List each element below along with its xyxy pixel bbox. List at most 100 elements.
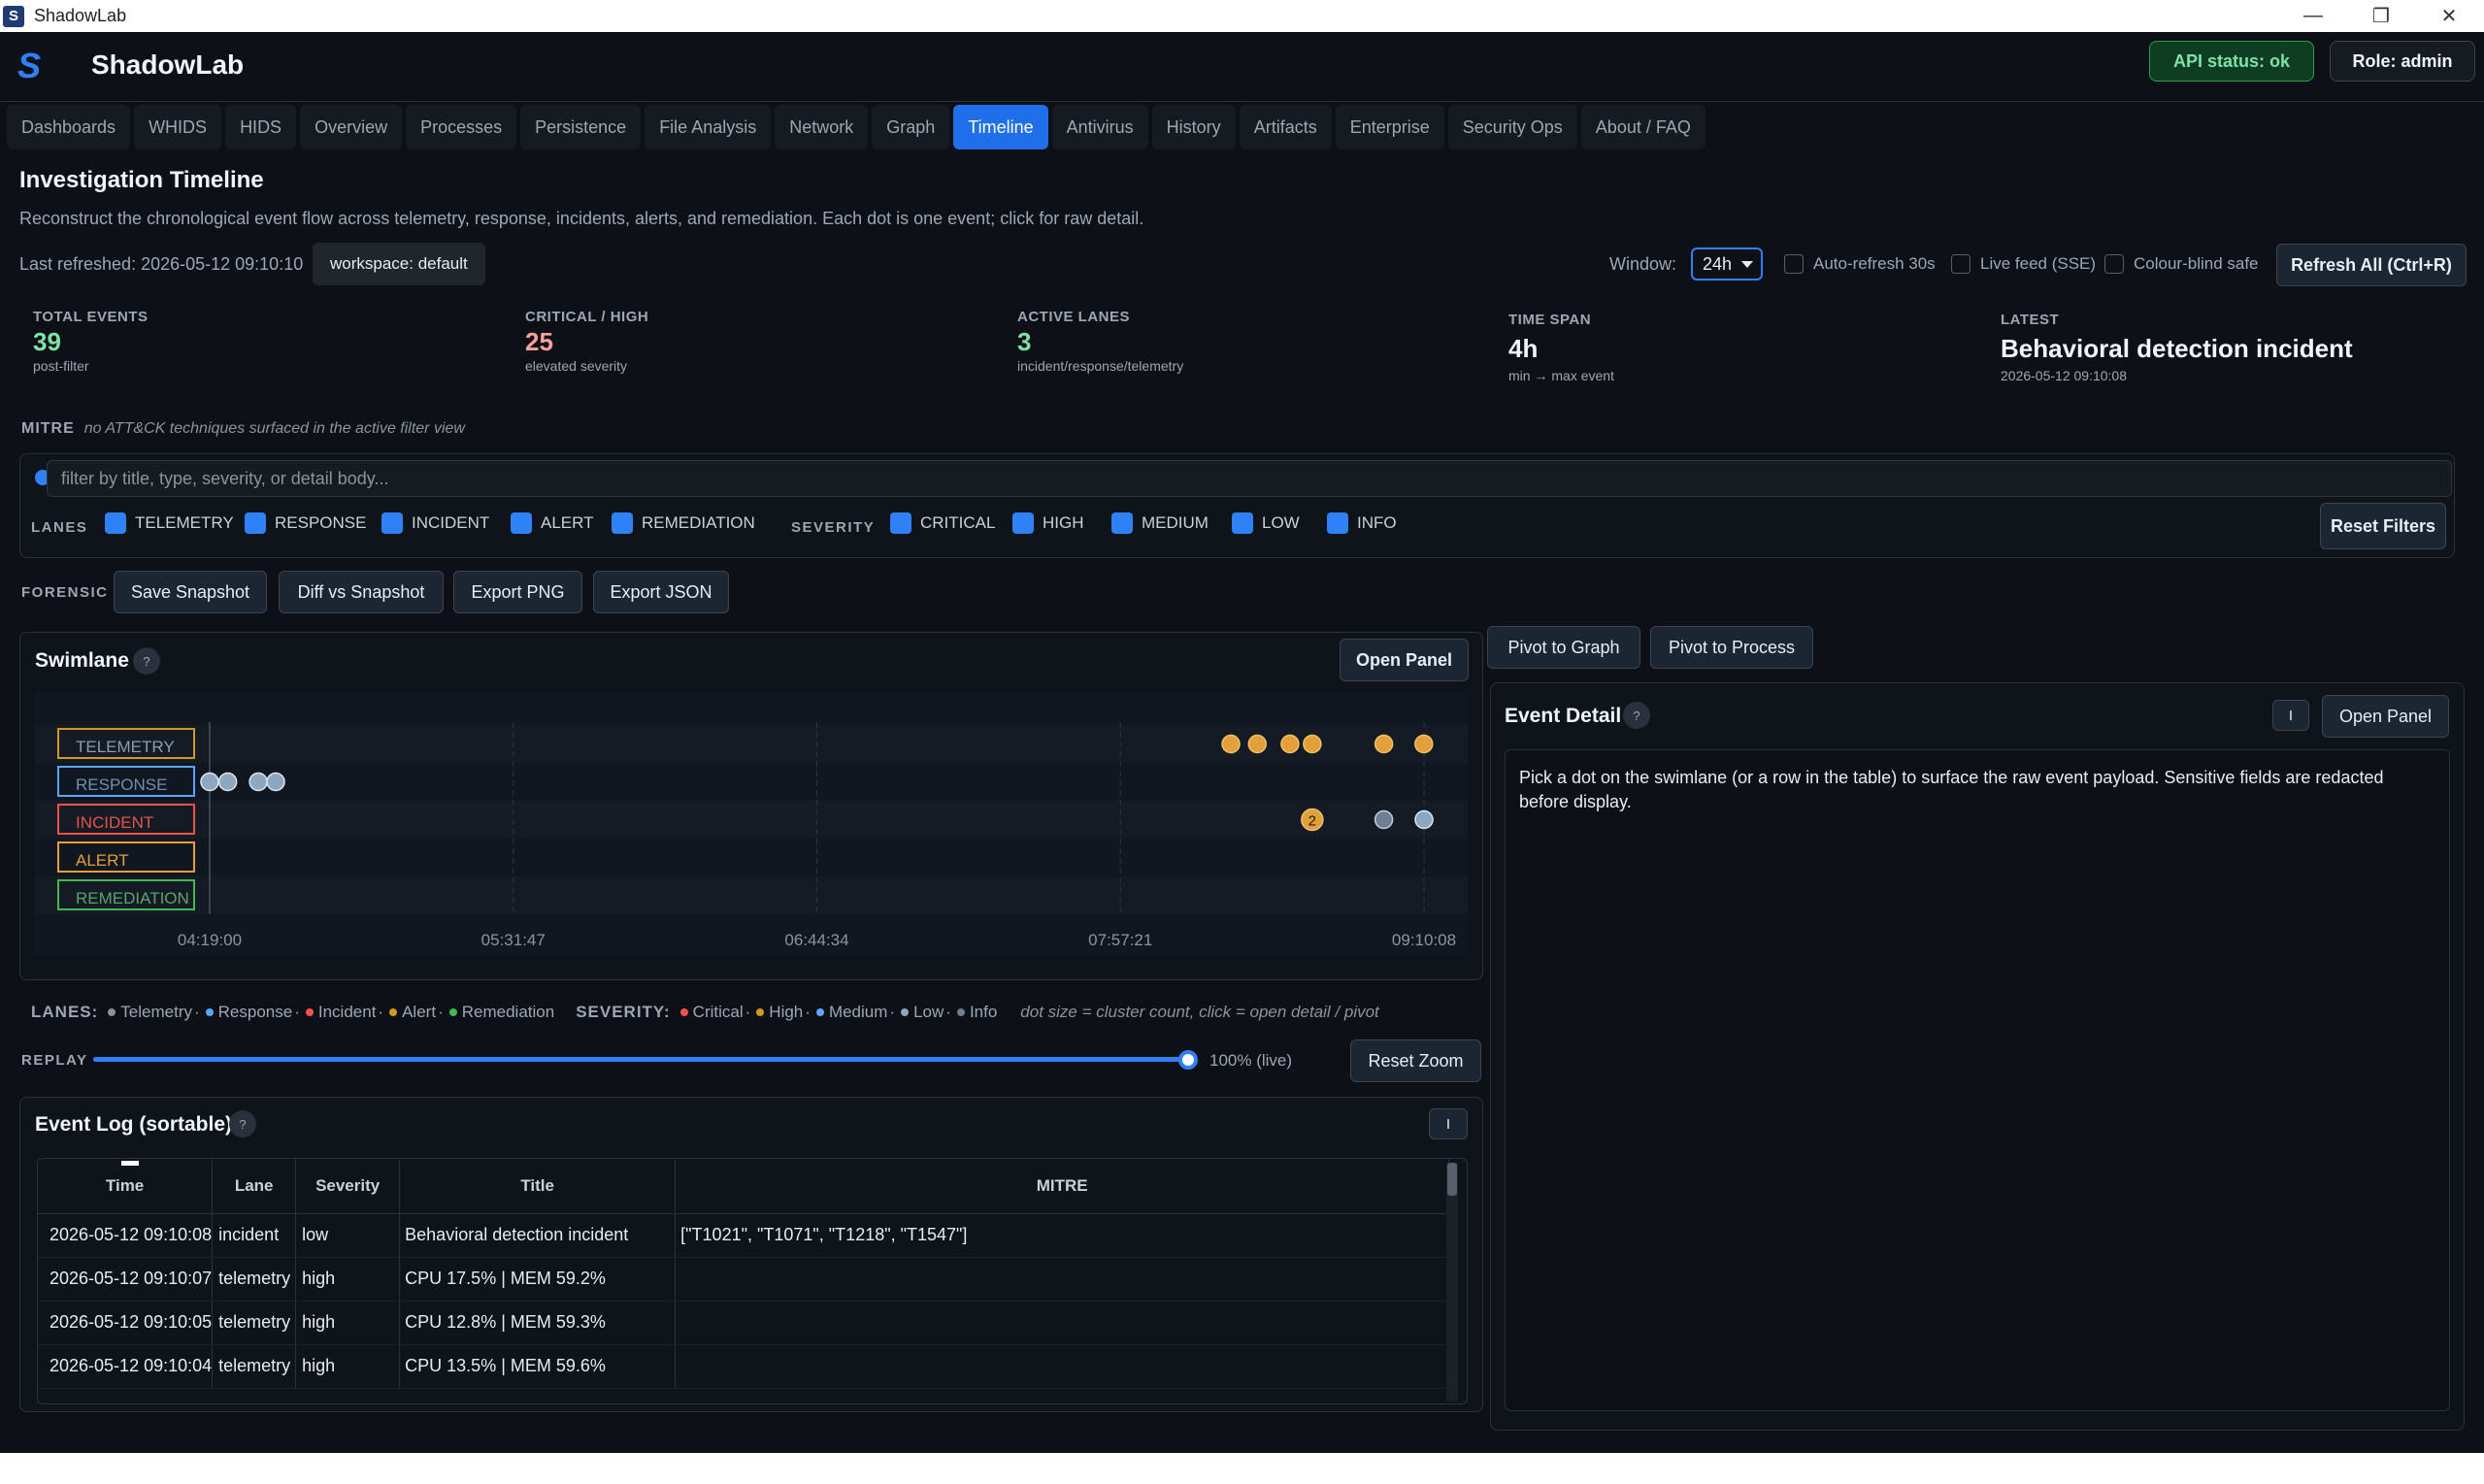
checkbox[interactable]	[1784, 254, 1804, 274]
checkbox-checked[interactable]	[511, 512, 532, 534]
column-header-lane[interactable]: Lane	[212, 1159, 297, 1214]
replay-slider-track[interactable]	[93, 1057, 1188, 1062]
checkbox[interactable]	[1951, 254, 1971, 274]
lane-filter-telemetry[interactable]: TELEMETRY	[105, 512, 234, 534]
tab-processes[interactable]: Processes	[406, 105, 517, 149]
table-scrollbar[interactable]	[1446, 1163, 1458, 1402]
legend-dot	[389, 1008, 398, 1016]
tab-hids[interactable]: HIDS	[225, 105, 297, 149]
event-dot-telemetry[interactable]	[1221, 734, 1241, 754]
tab-file-analysis[interactable]: File Analysis	[645, 105, 772, 149]
column-header-time[interactable]: Time	[38, 1159, 214, 1214]
tab-overview[interactable]: Overview	[300, 105, 403, 149]
severity-filter-low[interactable]: LOW	[1232, 512, 1300, 534]
event-dot-incident[interactable]	[1374, 809, 1394, 830]
checkbox-checked[interactable]	[1327, 512, 1348, 534]
help-icon[interactable]: ?	[229, 1110, 256, 1138]
workspace-badge[interactable]: workspace: default	[313, 243, 485, 285]
event-dot-incident[interactable]	[1414, 809, 1434, 830]
table-row[interactable]: 2026-05-12 09:10:04 telemetry high CPU 13.5…	[38, 1344, 1450, 1389]
export-json-button[interactable]: Export JSON	[593, 571, 729, 613]
window-select[interactable]: 24h	[1691, 247, 1763, 280]
reset-zoom-button[interactable]: Reset Zoom	[1350, 1039, 1481, 1082]
tab-network[interactable]: Network	[775, 105, 869, 149]
search-input[interactable]: filter by title, type, severity, or deta…	[47, 460, 2452, 497]
event-dot-telemetry[interactable]	[1247, 734, 1268, 754]
auto-refresh-toggle[interactable]: Auto-refresh 30s	[1784, 254, 1936, 274]
tab-dashboards[interactable]: Dashboards	[7, 105, 131, 149]
checkbox-checked[interactable]	[1232, 512, 1253, 534]
role-badge[interactable]: Role: admin	[2330, 41, 2475, 82]
column-header-severity[interactable]: Severity	[295, 1159, 401, 1214]
checkbox-checked[interactable]	[1012, 512, 1034, 534]
help-icon[interactable]: ?	[1623, 702, 1650, 729]
scrollbar-thumb[interactable]	[1447, 1163, 1457, 1196]
swimlane-open-panel-button[interactable]: Open Panel	[1340, 639, 1469, 681]
tab-graph[interactable]: Graph	[872, 105, 950, 149]
swimlane-chart[interactable]: TELEMETRY RESPONSE INCIDENT ALERT REMEDIATIO…	[35, 693, 1468, 955]
checkbox-checked[interactable]	[245, 512, 266, 534]
diff-snapshot-button[interactable]: Diff vs Snapshot	[279, 571, 444, 613]
cell-severity: high	[295, 1301, 401, 1345]
event-dot-telemetry[interactable]	[1303, 734, 1322, 754]
save-snapshot-button[interactable]: Save Snapshot	[114, 571, 267, 613]
sort-indicator-icon[interactable]	[121, 1161, 139, 1166]
legend-separator: ·	[889, 1003, 896, 1021]
tab-enterprise[interactable]: Enterprise	[1335, 105, 1444, 149]
lane-filter-label: INCIDENT	[412, 513, 490, 532]
tab-history[interactable]: History	[1151, 105, 1236, 149]
column-header-title[interactable]: Title	[399, 1159, 677, 1214]
severity-filter-info[interactable]: INFO	[1327, 512, 1397, 534]
event-detail-collapse-button[interactable]: I	[2272, 700, 2309, 731]
checkbox[interactable]	[2104, 254, 2124, 274]
tab-about-faq[interactable]: About / FAQ	[1580, 105, 1706, 149]
minimize-button[interactable]: —	[2279, 0, 2347, 32]
event-dot-response[interactable]	[266, 772, 285, 792]
tab-antivirus[interactable]: Antivirus	[1051, 105, 1148, 149]
event-dot-response[interactable]	[217, 772, 238, 792]
table-row[interactable]: 2026-05-12 09:10:08 incident low Behavioral…	[38, 1213, 1450, 1258]
maximize-button[interactable]: ❐	[2347, 0, 2415, 32]
legend-dot	[956, 1008, 965, 1016]
tab-timeline[interactable]: Timeline	[953, 105, 1048, 149]
lane-filter-alert[interactable]: ALERT	[511, 512, 594, 534]
colour-blind-toggle[interactable]: Colour-blind safe	[2104, 254, 2259, 274]
severity-filter-medium[interactable]: MEDIUM	[1111, 512, 1209, 534]
reset-filters-button[interactable]: Reset Filters	[2320, 503, 2446, 549]
event-dot-response[interactable]	[248, 772, 268, 792]
refresh-all-button[interactable]: Refresh All (Ctrl+R)	[2276, 244, 2467, 286]
main-tabs: Dashboards WHIDS HIDS Overview Processes Pers…	[7, 105, 1706, 151]
export-png-button[interactable]: Export PNG	[453, 571, 582, 613]
tab-whids[interactable]: WHIDS	[134, 105, 222, 149]
event-log-collapse-button[interactable]: I	[1429, 1108, 1468, 1139]
pivot-process-button[interactable]: Pivot to Process	[1650, 626, 1813, 669]
lane-filter-remediation[interactable]: REMEDIATION	[612, 512, 755, 534]
swimlane-title: Swimlane	[35, 649, 129, 672]
event-dot-telemetry[interactable]	[1374, 734, 1394, 754]
severity-filter-critical[interactable]: CRITICAL	[890, 512, 995, 534]
event-dot-telemetry[interactable]	[1414, 734, 1434, 754]
tab-artifacts[interactable]: Artifacts	[1239, 105, 1332, 149]
live-feed-toggle[interactable]: Live feed (SSE)	[1951, 254, 2096, 274]
severity-filter-high[interactable]: HIGH	[1012, 512, 1084, 534]
pivot-graph-button[interactable]: Pivot to Graph	[1487, 626, 1640, 669]
close-button[interactable]: ✕	[2415, 0, 2483, 32]
lane-filter-response[interactable]: RESPONSE	[245, 512, 366, 534]
checkbox-checked[interactable]	[105, 512, 126, 534]
lane-filter-incident[interactable]: INCIDENT	[381, 512, 489, 534]
help-icon[interactable]: ?	[133, 647, 160, 675]
checkbox-checked[interactable]	[612, 512, 633, 534]
checkbox-checked[interactable]	[381, 512, 403, 534]
checkbox-checked[interactable]	[1111, 512, 1133, 534]
column-header-mitre[interactable]: MITRE	[675, 1159, 1450, 1214]
table-row[interactable]: 2026-05-12 09:10:05 telemetry high CPU 12.8…	[38, 1301, 1450, 1345]
tab-security-ops[interactable]: Security Ops	[1447, 105, 1577, 149]
event-dot-response[interactable]	[200, 772, 219, 792]
table-row[interactable]: 2026-05-12 09:10:07 telemetry high CPU 17.5…	[38, 1257, 1450, 1302]
replay-slider-handle[interactable]	[1178, 1050, 1198, 1070]
checkbox-checked[interactable]	[890, 512, 911, 534]
event-dot-telemetry[interactable]	[1280, 734, 1300, 754]
event-detail-open-panel-button[interactable]: Open Panel	[2322, 695, 2449, 738]
bottom-strip	[0, 1453, 2484, 1484]
tab-persistence[interactable]: Persistence	[520, 105, 642, 149]
